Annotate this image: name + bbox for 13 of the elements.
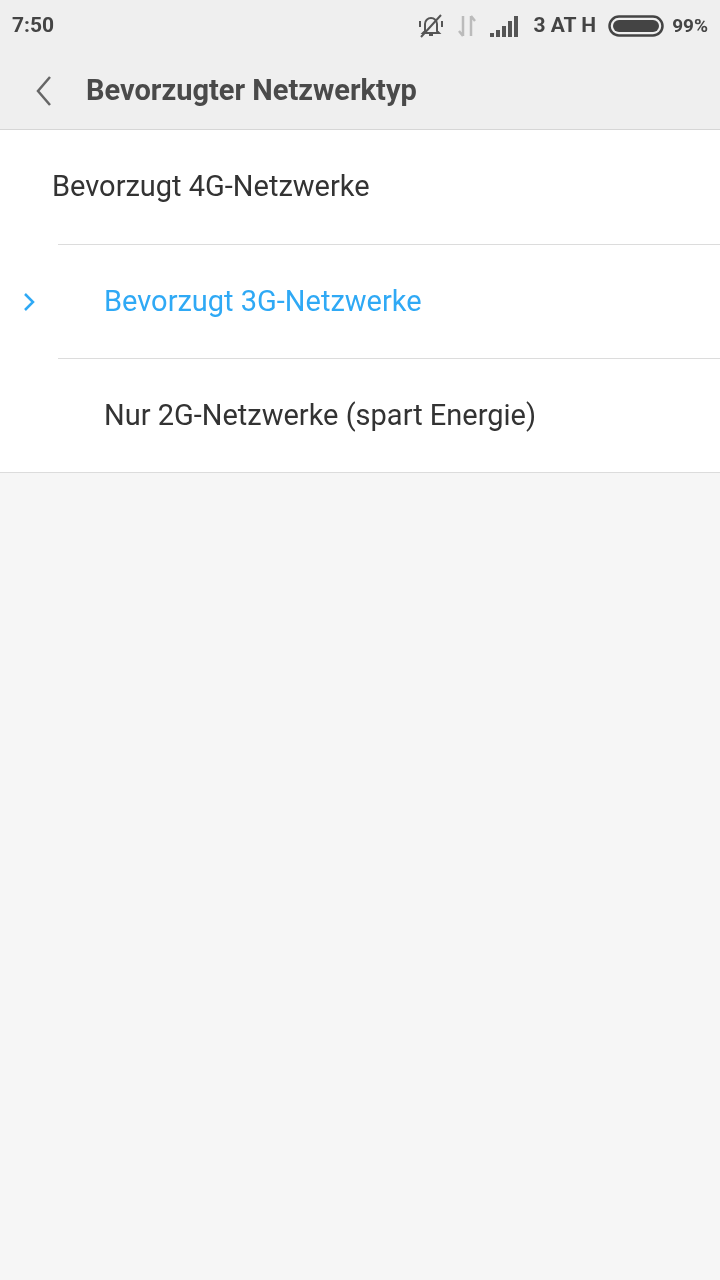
back-icon: [35, 74, 53, 107]
network-option[interactable]: Bevorzugt 4G-Netzwerke: [0, 130, 720, 244]
data-arrows-icon: [455, 14, 478, 38]
page-title: Bevorzugter Netzwerktyp: [86, 71, 417, 109]
network-option[interactable]: Nur 2G-Netzwerke (spart Energie): [58, 358, 720, 472]
battery-percent: 99%: [672, 12, 708, 39]
option-label: Bevorzugt 4G-Netzwerke: [52, 168, 370, 206]
option-label: Nur 2G-Netzwerke (spart Energie): [104, 396, 537, 434]
chevron-icon: [23, 292, 35, 312]
carrier-label: 3 AT H: [533, 12, 597, 40]
battery-icon: [608, 15, 665, 37]
option-label: Bevorzugt 3G-Netzwerke: [104, 282, 422, 320]
status-time: 7:50: [12, 12, 55, 40]
